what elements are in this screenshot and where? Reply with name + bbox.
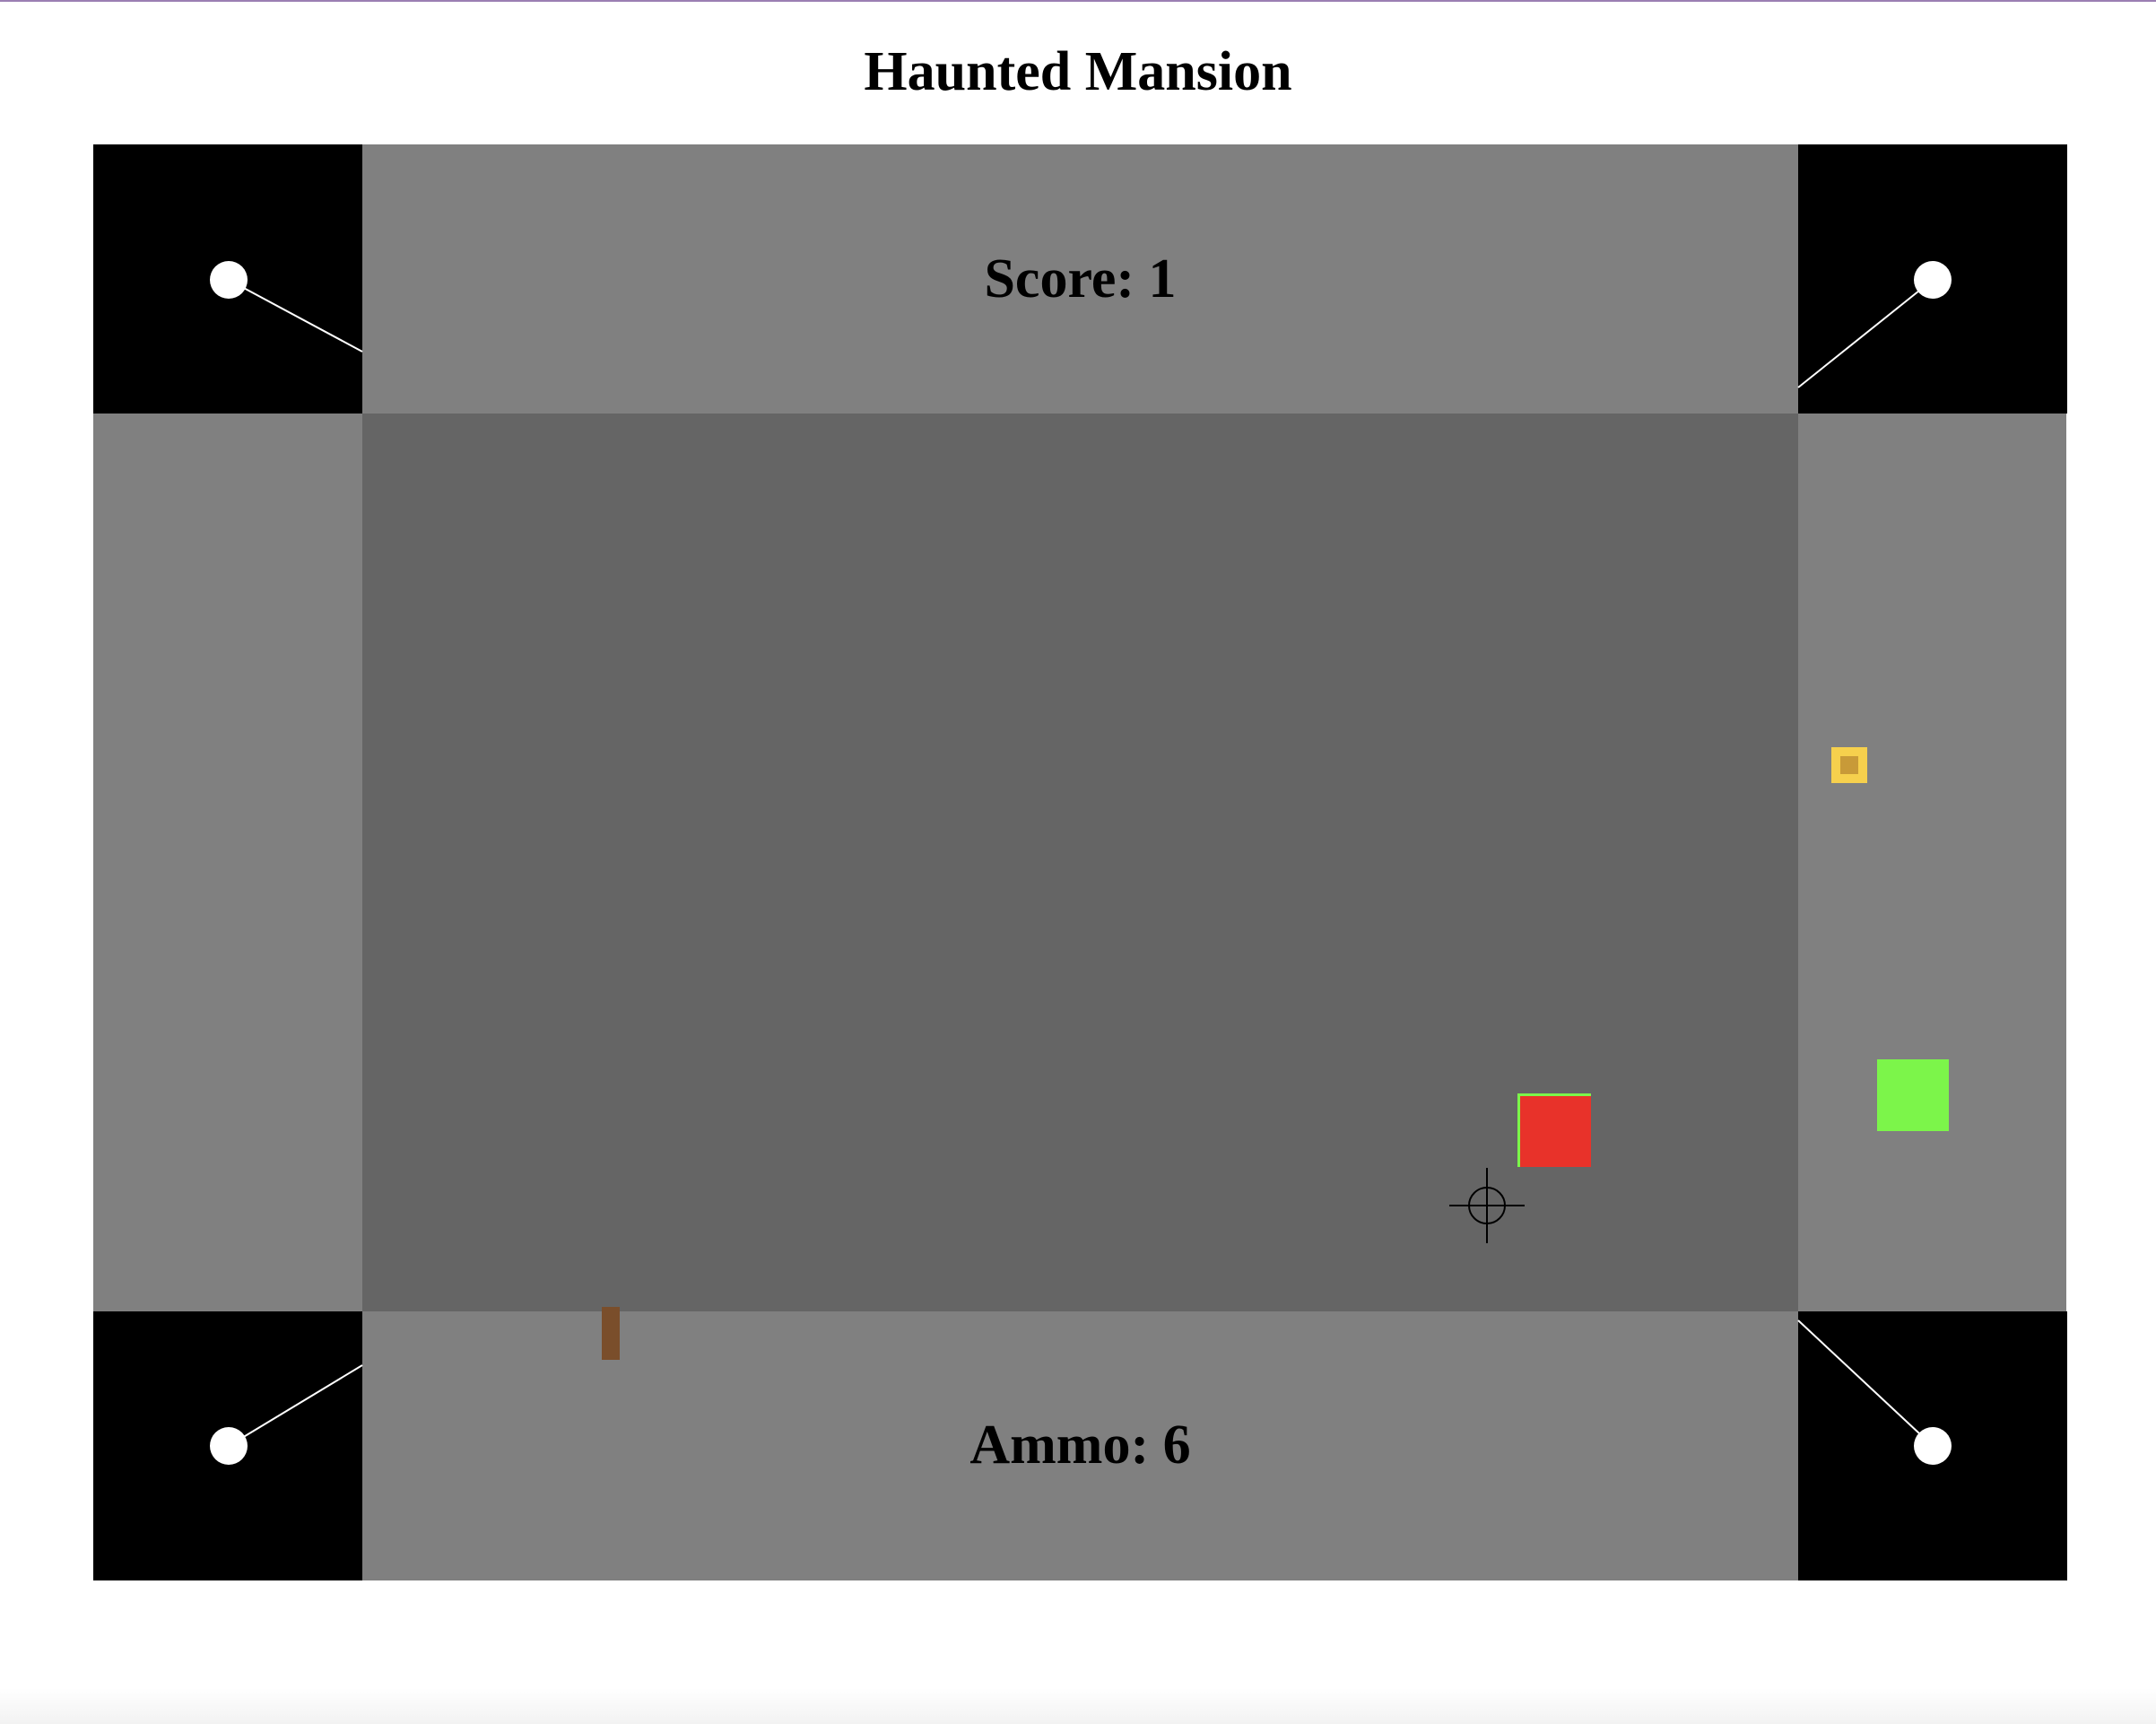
top-border: [0, 0, 2156, 2]
ammo-value: 6: [1162, 1415, 1191, 1476]
ammo-pickup[interactable]: [1831, 747, 1867, 783]
ammo-label: Ammo:: [969, 1415, 1163, 1476]
corner-bottom-right: [1798, 1311, 2067, 1580]
door-item[interactable]: [602, 1307, 620, 1360]
score-display: Score: 1: [362, 243, 1798, 315]
enemy-ghost[interactable]: [1517, 1093, 1591, 1167]
play-area[interactable]: [362, 414, 1949, 1360]
game-canvas[interactable]: Score: 1 Ammo: 6: [93, 144, 2067, 1580]
corner-top-left: [93, 144, 362, 414]
score-label: Score:: [984, 248, 1149, 309]
corner-bottom-left: [93, 1311, 362, 1580]
crosshair-icon: [1449, 1168, 1525, 1243]
bottom-shadow: [0, 1688, 2156, 1724]
page-title: Haunted Mansion: [864, 41, 1292, 102]
corner-top-right: [1798, 144, 2067, 414]
ammo-display: Ammo: 6: [362, 1409, 1798, 1481]
score-value: 1: [1148, 248, 1177, 309]
player: [1877, 1059, 1949, 1131]
